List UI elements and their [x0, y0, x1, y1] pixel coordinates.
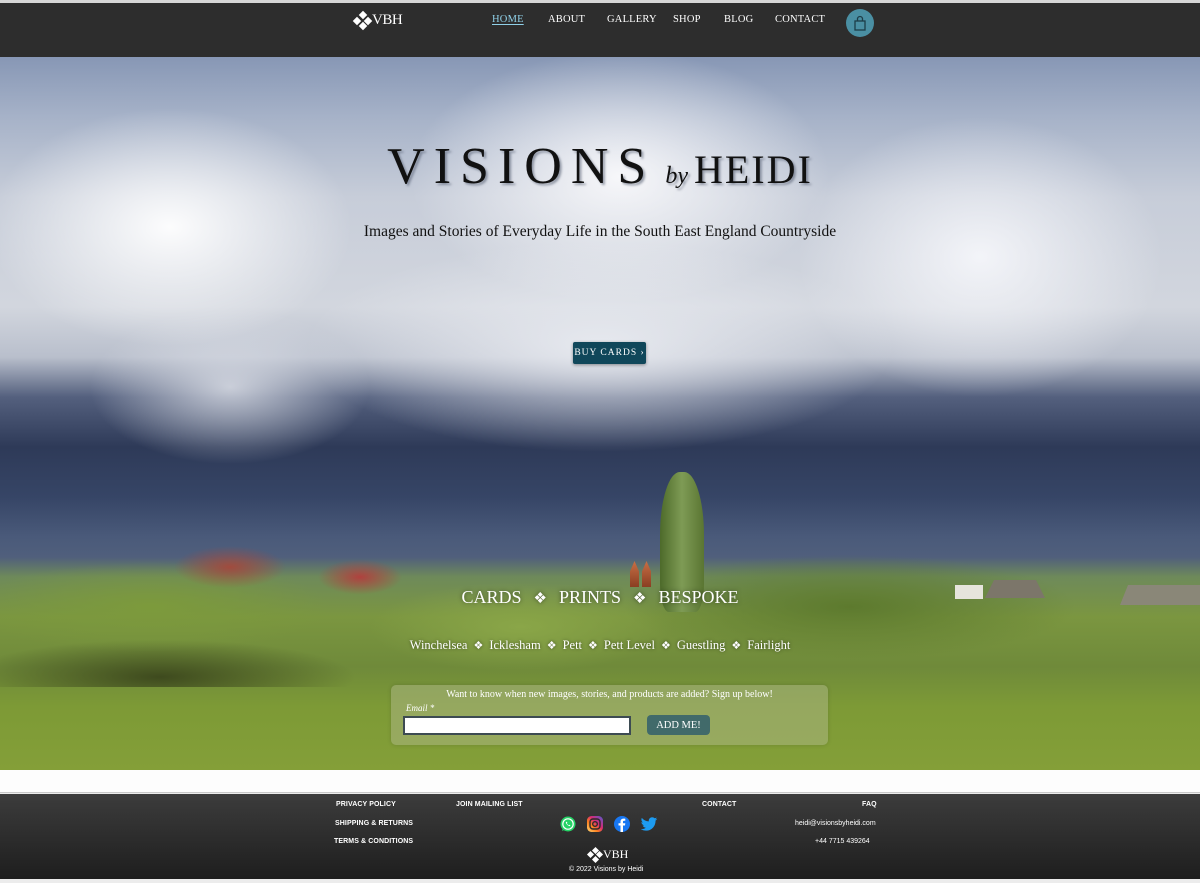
- place-item: Winchelsea: [409, 638, 468, 652]
- diamond-separator-icon: ❖: [731, 640, 742, 652]
- site-title: VISIONS by HEIDI: [0, 137, 1200, 196]
- copyright-text: © 2022 Visions by Heidi: [569, 866, 644, 873]
- social-links: [559, 815, 658, 833]
- email-label: Email *: [406, 703, 435, 713]
- shopping-bag-icon: [854, 15, 866, 31]
- hero-section: VISIONS by HEIDI Images and Stories of Eve…: [0, 57, 1200, 770]
- faq-link[interactable]: FAQ: [862, 801, 877, 808]
- site-tagline: Images and Stories of Everyday Life in t…: [363, 223, 837, 240]
- nav-shop[interactable]: SHOP: [673, 14, 701, 25]
- footer-logo-text: VBH: [603, 847, 629, 861]
- nav-about[interactable]: ABOUT: [548, 14, 585, 25]
- white-separator-band: [0, 770, 1200, 793]
- add-me-button[interactable]: ADD ME!: [647, 715, 710, 735]
- facebook-icon[interactable]: [613, 815, 631, 833]
- diamond-logo-icon: [586, 846, 604, 863]
- shipping-returns-link[interactable]: SHIPPING & RETURNS: [335, 820, 413, 827]
- diamond-separator-icon: ❖: [633, 591, 647, 607]
- title-heidi: HEIDI: [693, 147, 813, 192]
- category-cards[interactable]: CARDS: [462, 587, 522, 607]
- buy-cards-button[interactable]: BUY CARDS ›: [573, 342, 646, 364]
- footer-logo[interactable]: VBH: [586, 846, 629, 863]
- footer-phone: +44 7715 439264: [815, 838, 870, 845]
- newsletter-signup-form: Want to know when new images, stories, a…: [391, 685, 828, 745]
- instagram-icon[interactable]: [586, 815, 604, 833]
- nav-blog[interactable]: BLOG: [724, 14, 753, 25]
- place-item: Icklesham: [489, 638, 541, 652]
- nav-gallery[interactable]: GALLERY: [607, 14, 657, 25]
- main-nav: HOME ABOUT GALLERY SHOP BLOG CONTACT: [0, 14, 1200, 34]
- footer-email-link[interactable]: heidi@visionsbyheidi.com: [795, 820, 876, 827]
- cart-button[interactable]: [846, 9, 874, 37]
- site-footer: PRIVACY POLICY SHIPPING & RETURNS TERMS …: [0, 794, 1200, 879]
- join-mailing-list-link[interactable]: JOIN MAILING LIST: [456, 801, 523, 808]
- category-links: CARDS ❖ PRINTS ❖ BESPOKE: [0, 587, 1200, 608]
- privacy-policy-link[interactable]: PRIVACY POLICY: [336, 801, 396, 808]
- title-by: by: [665, 163, 688, 189]
- email-input[interactable]: [403, 716, 631, 735]
- category-bespoke[interactable]: BESPOKE: [658, 587, 738, 607]
- nav-contact[interactable]: CONTACT: [775, 14, 825, 25]
- place-item: Fairlight: [747, 638, 791, 652]
- title-visions: VISIONS: [387, 138, 656, 195]
- footer-contact-link[interactable]: CONTACT: [702, 801, 736, 808]
- diamond-separator-icon: ❖: [546, 640, 557, 652]
- diamond-separator-icon: ❖: [473, 640, 484, 652]
- place-item: Guestling: [676, 638, 726, 652]
- page-bottom-strip: [0, 879, 1200, 883]
- diamond-separator-icon: ❖: [660, 640, 671, 652]
- signup-message: Want to know when new images, stories, a…: [446, 689, 773, 700]
- twitter-icon[interactable]: [640, 815, 658, 833]
- diamond-separator-icon: ❖: [533, 591, 547, 607]
- place-list: Winchelsea ❖ Icklesham ❖ Pett ❖ Pett Level ❖ Gue…: [0, 638, 1200, 653]
- category-prints[interactable]: PRINTS: [559, 587, 621, 607]
- terms-conditions-link[interactable]: TERMS & CONDITIONS: [334, 838, 413, 845]
- nav-home[interactable]: HOME: [492, 14, 524, 25]
- diamond-separator-icon: ❖: [588, 640, 598, 652]
- site-header: VBH HOME ABOUT GALLERY SHOP BLOG CONTACT: [0, 3, 1200, 57]
- whatsapp-icon[interactable]: [559, 815, 577, 833]
- place-item: Pett: [562, 638, 583, 652]
- place-item: Pett Level: [603, 638, 655, 652]
